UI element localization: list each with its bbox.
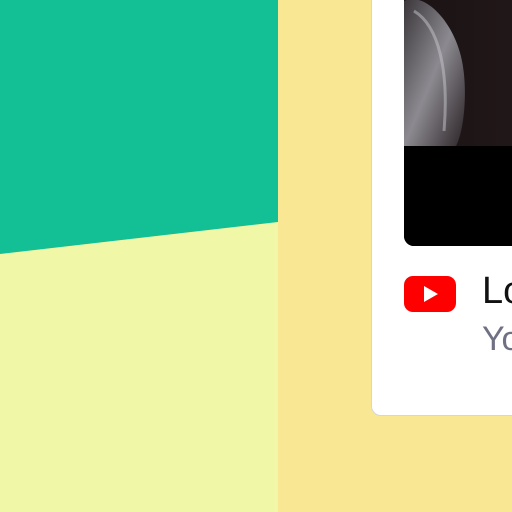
youtube-play-icon[interactable]	[404, 276, 456, 312]
video-embed-card[interactable]: Lo Yo	[371, 0, 512, 416]
decorative-panel	[0, 0, 278, 512]
video-source: Yo	[482, 320, 512, 358]
video-thumbnail[interactable]	[404, 0, 512, 246]
page-canvas: Lo Yo	[0, 0, 512, 512]
thumbnail-image	[404, 0, 512, 246]
teal-shape	[0, 0, 278, 512]
video-meta: Lo Yo	[404, 266, 512, 358]
video-title[interactable]: Lo	[482, 270, 512, 312]
